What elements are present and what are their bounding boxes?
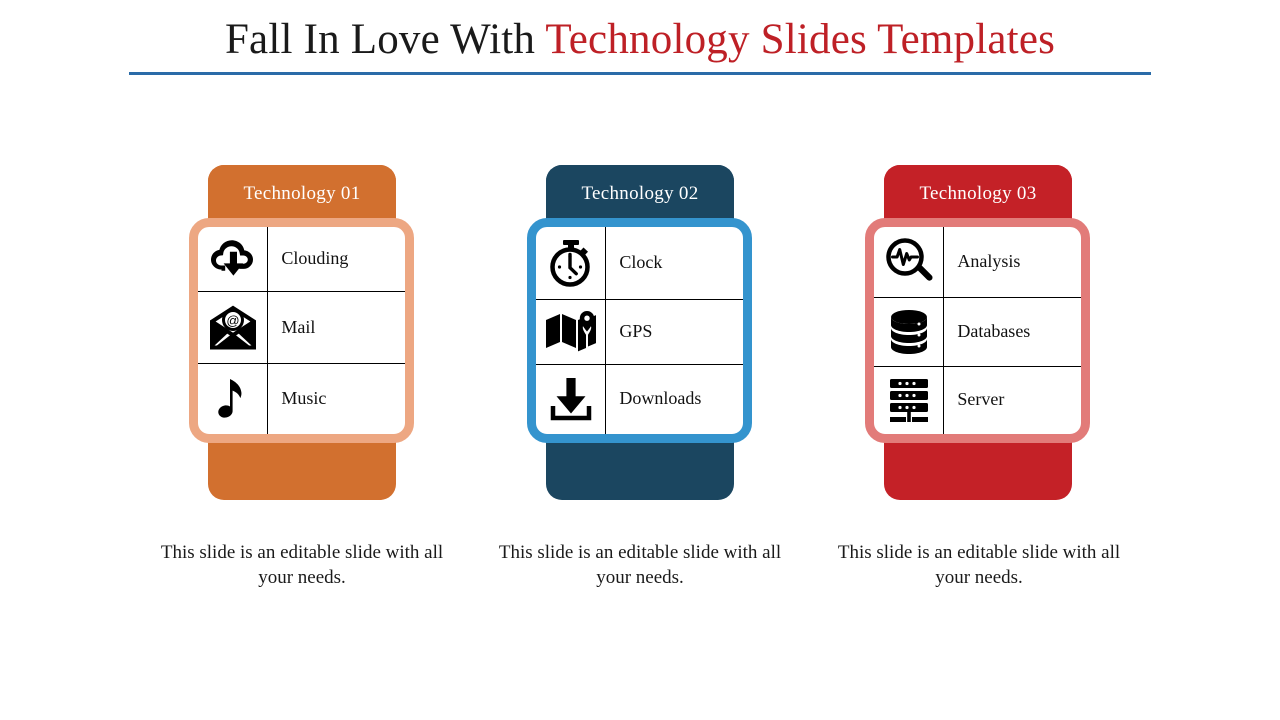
card-2-row-1-label: Clock xyxy=(619,252,663,273)
card-2-row-2-label: GPS xyxy=(605,299,743,365)
table-row[interactable]: @ Mail xyxy=(198,291,405,364)
card-2-header: Technology 02 xyxy=(546,165,734,223)
card-1-caption: This slide is an editable slide with all… xyxy=(160,542,444,588)
slide-canvas: Fall In Love With Technology Slides Temp… xyxy=(0,0,1280,720)
card-3-row-2-label: Databases xyxy=(943,297,1081,367)
card-2-feature-table: Clock GPS Downloads xyxy=(536,227,743,434)
card-1-row-2-label: Mail xyxy=(267,291,405,364)
table-row[interactable]: Analysis xyxy=(874,227,1081,298)
card-1-header: Technology 01 xyxy=(208,165,396,223)
card-3-caption: This slide is an editable slide with all… xyxy=(837,542,1121,588)
card-3-row-3-label: Server xyxy=(943,365,1081,434)
card-3-panel: Analysis Databases Server xyxy=(865,218,1090,443)
card-2-panel: Clock GPS Downloads xyxy=(527,218,752,443)
music-note-icon xyxy=(198,362,269,434)
title-lead-text: Fall In Love With xyxy=(224,16,546,63)
server-rack-icon xyxy=(874,365,945,434)
card-1-feature-table: Clouding @ Mail Music xyxy=(198,227,405,434)
card-2-caption: This slide is an editable slide with all… xyxy=(498,542,782,588)
table-row[interactable]: Databases xyxy=(874,297,1081,367)
card-3-header: Technology 03 xyxy=(884,165,1072,223)
table-row[interactable]: Clouding xyxy=(198,227,405,292)
card-3-row-1-label: Analysis xyxy=(957,251,1021,272)
map-pin-icon xyxy=(536,299,607,365)
card-3-header-label: Technology 03 xyxy=(919,183,1037,204)
database-icon xyxy=(874,297,945,367)
mail-at-icon: @ xyxy=(198,291,269,364)
svg-text:@: @ xyxy=(226,313,239,328)
title-accent-text: Technology Slides Templates xyxy=(545,16,1056,63)
card-3-feature-table: Analysis Databases Server xyxy=(874,227,1081,434)
table-row[interactable]: Music xyxy=(198,362,405,434)
card-1-row-3-label: Music xyxy=(267,362,405,434)
table-row[interactable]: Downloads xyxy=(536,363,743,434)
card-2-header-label: Technology 02 xyxy=(581,183,699,204)
analysis-magnifier-icon xyxy=(874,227,945,298)
table-row[interactable]: GPS xyxy=(536,299,743,365)
cards-row: Technology 01 Clouding @ Mail Music Tech… xyxy=(0,165,1280,510)
card-1-row-1-label: Clouding xyxy=(281,248,349,269)
table-row[interactable]: Clock xyxy=(536,227,743,300)
stopwatch-icon xyxy=(536,227,607,300)
download-tray-icon xyxy=(536,363,607,434)
cloud-download-icon xyxy=(198,227,269,292)
card-1-panel: Clouding @ Mail Music xyxy=(189,218,414,443)
title-divider-rule xyxy=(129,72,1151,75)
card-2-row-3-label: Downloads xyxy=(605,363,743,434)
table-row[interactable]: Server xyxy=(874,365,1081,434)
card-1-header-label: Technology 01 xyxy=(243,183,361,204)
page-title: Fall In Love With Technology Slides Temp… xyxy=(129,14,1151,66)
